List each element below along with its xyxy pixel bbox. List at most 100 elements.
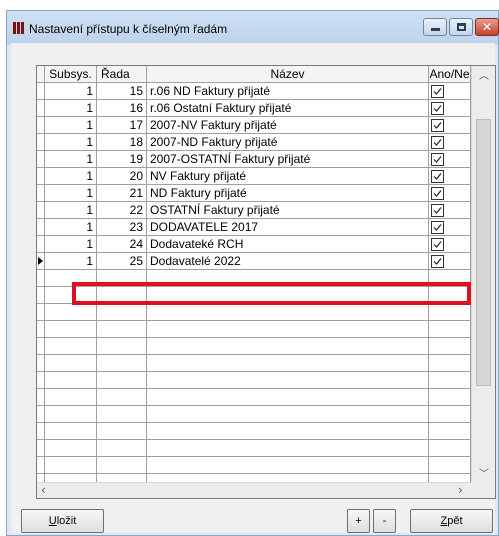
table-row-empty <box>37 338 471 355</box>
cell-rada: 23 <box>97 219 147 236</box>
cell-ano-ne <box>429 440 471 457</box>
cell-nazev: NV Faktury přijaté <box>147 168 429 185</box>
cell-rada <box>97 270 147 287</box>
vertical-scrollbar[interactable]: ︿ ﹀ <box>471 66 495 482</box>
column-header-ano-ne[interactable]: Ano/Ne <box>429 66 471 83</box>
cell-subsys: 1 <box>45 151 97 168</box>
table-row[interactable]: 1 20 NV Faktury přijaté <box>37 168 471 185</box>
horizontal-scrollbar[interactable]: ‹ › <box>37 482 471 498</box>
cell-rada: 22 <box>97 202 147 219</box>
table-row[interactable]: 1 25 Dodavatelé 2022 <box>37 253 471 270</box>
row-indicator[interactable] <box>37 134 45 151</box>
cell-nazev <box>147 372 429 389</box>
row-checkbox[interactable] <box>431 238 444 251</box>
table-row[interactable]: 1 16 r.06 Ostatní Faktury přijaté <box>37 100 471 117</box>
cell-rada <box>97 389 147 406</box>
cell-nazev: r.06 Ostatní Faktury přijaté <box>147 100 429 117</box>
row-checkbox[interactable] <box>431 85 444 98</box>
cell-nazev: ND Faktury přijaté <box>147 185 429 202</box>
cell-nazev <box>147 389 429 406</box>
scroll-left-icon[interactable]: ‹ <box>41 483 46 497</box>
vertical-scroll-thumb[interactable] <box>476 119 491 386</box>
dialog-client-area: Subsys. Řada Název Ano/Ne 1 15 r.06 ND Fak… <box>11 43 496 533</box>
cell-nazev: Dodavatelé 2022 <box>147 253 429 270</box>
row-indicator[interactable] <box>37 423 45 440</box>
title-bar[interactable]: Nastavení přístupu k číselným řadám ✕ <box>7 11 499 45</box>
row-indicator[interactable] <box>37 151 45 168</box>
row-indicator[interactable] <box>37 219 45 236</box>
cell-ano-ne <box>429 406 471 423</box>
row-indicator[interactable] <box>37 372 45 389</box>
row-checkbox[interactable] <box>431 102 444 115</box>
row-indicator[interactable] <box>37 270 45 287</box>
cell-subsys: 1 <box>45 100 97 117</box>
cell-rada <box>97 338 147 355</box>
add-row-button[interactable]: + <box>347 509 370 533</box>
table-row[interactable]: 1 24 Dodavateké RCH <box>37 236 471 253</box>
column-header-nazev[interactable]: Název <box>147 66 429 83</box>
row-indicator[interactable] <box>37 202 45 219</box>
cell-subsys <box>45 423 97 440</box>
table-row[interactable]: 1 23 DODAVATELE 2017 <box>37 219 471 236</box>
minimize-icon <box>431 28 440 31</box>
scroll-right-icon[interactable]: › <box>458 483 463 497</box>
row-indicator[interactable] <box>37 287 45 304</box>
row-indicator[interactable] <box>37 253 45 270</box>
cell-nazev <box>147 355 429 372</box>
close-button[interactable]: ✕ <box>475 18 499 36</box>
table-row[interactable]: 1 22 OSTATNÍ Faktury přijaté <box>37 202 471 219</box>
row-indicator[interactable] <box>37 321 45 338</box>
header-indicator <box>37 66 45 83</box>
table-row[interactable]: 1 15 r.06 ND Faktury přijaté <box>37 83 471 100</box>
row-indicator[interactable] <box>37 83 45 100</box>
row-indicator[interactable] <box>37 406 45 423</box>
row-checkbox[interactable] <box>431 153 444 166</box>
cell-nazev <box>147 304 429 321</box>
row-indicator[interactable] <box>37 338 45 355</box>
scroll-down-icon[interactable]: ﹀ <box>479 465 489 480</box>
row-indicator[interactable] <box>37 185 45 202</box>
column-header-rada[interactable]: Řada <box>97 66 147 83</box>
cell-subsys <box>45 270 97 287</box>
row-checkbox[interactable] <box>431 204 444 217</box>
table-row[interactable]: 1 17 2007-NV Faktury přijaté <box>37 117 471 134</box>
row-indicator[interactable] <box>37 440 45 457</box>
row-indicator[interactable] <box>37 236 45 253</box>
back-button[interactable]: Zpět <box>410 509 493 533</box>
row-checkbox[interactable] <box>431 221 444 234</box>
row-checkbox[interactable] <box>431 136 444 149</box>
cell-ano-ne <box>429 270 471 287</box>
save-button[interactable]: Uložit <box>21 509 104 533</box>
table-row[interactable]: 1 18 2007-ND Faktury přijaté <box>37 134 471 151</box>
cell-nazev <box>147 338 429 355</box>
row-indicator[interactable] <box>37 100 45 117</box>
row-indicator[interactable] <box>37 304 45 321</box>
cell-subsys: 1 <box>45 219 97 236</box>
scroll-up-icon[interactable]: ︿ <box>479 67 489 82</box>
cell-rada <box>97 440 147 457</box>
row-indicator[interactable] <box>37 168 45 185</box>
row-checkbox[interactable] <box>431 119 444 132</box>
cell-rada: 19 <box>97 151 147 168</box>
table-row[interactable]: 1 21 ND Faktury přijaté <box>37 185 471 202</box>
cell-ano-ne <box>429 236 471 253</box>
row-checkbox[interactable] <box>431 187 444 200</box>
row-indicator[interactable] <box>37 474 45 482</box>
row-checkbox[interactable] <box>431 255 444 268</box>
cell-rada <box>97 304 147 321</box>
maximize-button[interactable] <box>449 18 473 36</box>
row-indicator[interactable] <box>37 457 45 474</box>
table-row[interactable]: 1 19 2007-OSTATNÍ Faktury přijaté <box>37 151 471 168</box>
row-indicator[interactable] <box>37 389 45 406</box>
remove-row-button[interactable]: - <box>373 509 396 533</box>
minimize-button[interactable] <box>423 18 447 36</box>
table-row-empty <box>37 457 471 474</box>
cell-rada <box>97 457 147 474</box>
column-header-subsys[interactable]: Subsys. <box>45 66 97 83</box>
row-indicator[interactable] <box>37 117 45 134</box>
row-indicator[interactable] <box>37 355 45 372</box>
row-checkbox[interactable] <box>431 170 444 183</box>
cell-subsys <box>45 457 97 474</box>
table-row-empty <box>37 423 471 440</box>
cell-ano-ne <box>429 457 471 474</box>
